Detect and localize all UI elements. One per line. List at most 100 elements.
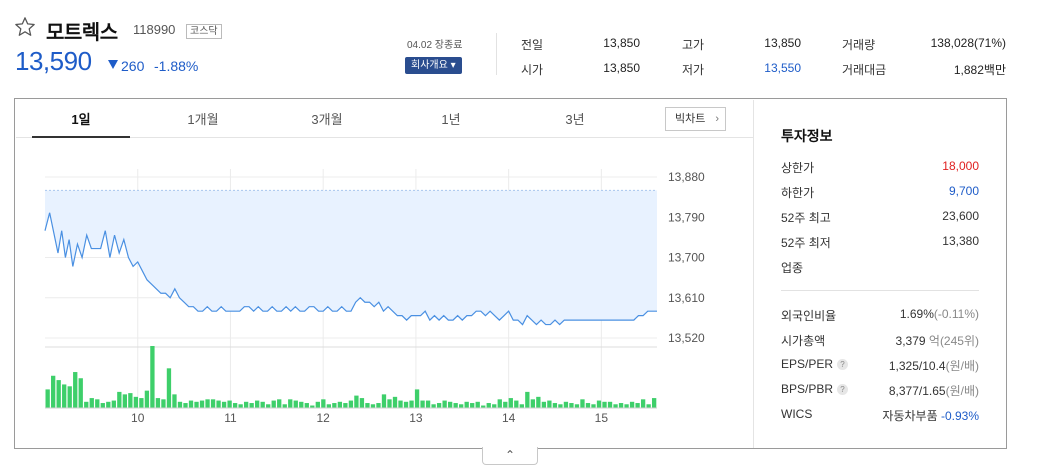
volume-bar (365, 403, 370, 408)
52w-high-value: 23,600 (942, 209, 979, 223)
volume-bar (172, 394, 177, 408)
chevron-up-icon: ⌃ (505, 448, 516, 462)
market-badge: 코스닥 (186, 24, 222, 39)
volume-bar (155, 398, 161, 408)
volume-bar (618, 403, 624, 408)
stock-code: 118990 (133, 22, 176, 37)
period-tabs: 1일 1개월 3개월 1년 3년 (16, 100, 753, 138)
market-status-date: 04.02 장종료 (407, 40, 463, 51)
help-icon[interactable]: ? (837, 384, 849, 395)
tab-3month[interactable]: 3개월 (278, 100, 376, 138)
x-tick-label: 13 (409, 411, 423, 425)
volume-bar (569, 403, 574, 408)
volume-bar (370, 404, 376, 408)
volume-bar (464, 401, 469, 408)
volume-bar (326, 404, 332, 408)
volume-bar (321, 399, 326, 408)
market-cap-label: 시가총액 (781, 334, 826, 348)
summary-value-prev-close: 13,850 (603, 36, 640, 50)
summary-value-volume: 138,028(71%) (930, 36, 1006, 50)
tab-1day[interactable]: 1일 (32, 100, 130, 138)
volume-bar (607, 401, 613, 408)
volume-bar (315, 401, 320, 408)
eps-per-unit: (원/배) (945, 359, 979, 373)
volume-bar (62, 384, 67, 408)
volume-bar (359, 398, 365, 408)
volume-bar (602, 401, 607, 408)
foreign-ratio-value: 1.69%(-0.11%) (900, 307, 979, 321)
volume-bar (541, 401, 547, 408)
current-price: 13,590 (15, 46, 92, 76)
bps-pbr-label-text: BPS/PBR (781, 382, 834, 396)
52w-low-label: 52주 최저 (781, 236, 831, 250)
x-tick-label: 15 (595, 411, 609, 425)
bps-pbr-number: 8,377/1.65 (888, 384, 946, 398)
x-tick-label: 10 (131, 411, 145, 425)
company-overview-button[interactable]: 회사개요 ▾ (405, 57, 462, 74)
volume-bar (585, 403, 591, 408)
volume-bar (503, 401, 508, 408)
volume-bar (651, 398, 657, 408)
favorite-star-icon[interactable] (14, 16, 36, 38)
bigchart-button[interactable]: 빅차트 › (665, 107, 726, 131)
header-divider (496, 33, 497, 75)
tab-1year[interactable]: 1년 (402, 100, 500, 138)
help-icon[interactable]: ? (837, 359, 849, 370)
volume-bar (348, 400, 354, 408)
volume-bar (194, 401, 199, 408)
volume-bar (199, 400, 205, 408)
volume-bar (525, 391, 530, 408)
volume-bar (409, 400, 414, 408)
volume-bar (128, 393, 133, 408)
lower-limit-label: 하한가 (781, 186, 815, 200)
tab-1month[interactable]: 1개월 (154, 100, 252, 138)
volume-bar (492, 404, 497, 408)
volume-bar (100, 403, 105, 408)
volume-bar (144, 390, 150, 408)
volume-bar (249, 403, 254, 408)
volume-bar (514, 400, 519, 408)
y-tick-label: 13,610 (668, 291, 705, 305)
volume-bar (188, 400, 194, 408)
bps-pbr-unit: (원/배) (945, 384, 979, 398)
foreign-ratio-change: (-0.11%) (933, 307, 979, 321)
volume-bar (232, 403, 238, 408)
volume-bar (519, 404, 524, 408)
volume-bar (547, 400, 552, 408)
foreign-ratio-label: 외국인비율 (781, 309, 837, 323)
stock-name: 모트렉스 (46, 22, 118, 44)
chevron-right-icon: › (715, 113, 719, 125)
volume-bar (166, 368, 172, 408)
volume-bar (343, 403, 348, 408)
volume-bar (51, 375, 56, 408)
volume-bar (106, 401, 111, 408)
wics-label: WICS (781, 407, 813, 421)
tab-3year[interactable]: 3년 (526, 100, 624, 138)
volume-bar (447, 401, 453, 408)
volume-bar (73, 372, 78, 408)
volume-bar (183, 403, 188, 408)
eps-per-label-text: EPS/PER (781, 357, 834, 371)
volume-bar (381, 394, 387, 408)
volume-bar (552, 403, 558, 408)
volume-bar (95, 399, 100, 408)
volume-bar (530, 399, 536, 408)
wics-sector[interactable]: 자동차부품 (882, 409, 937, 423)
y-tick-label: 13,880 (668, 170, 705, 184)
volume-bar (150, 346, 155, 408)
volume-bar (111, 400, 116, 408)
collapse-toggle-button[interactable]: ⌃ (482, 447, 538, 465)
volume-bar (470, 403, 475, 408)
y-tick-label: 13,700 (668, 251, 705, 265)
volume-bar (453, 403, 458, 408)
volume-bar (558, 404, 563, 408)
volume-bar (293, 400, 298, 408)
volume-bar (563, 401, 569, 408)
volume-bar (238, 404, 243, 408)
volume-bar (277, 399, 282, 408)
volume-bar (414, 389, 420, 408)
volume-bar (459, 404, 464, 408)
upper-limit-value: 18,000 (942, 159, 979, 173)
volume-bar (205, 399, 210, 408)
volume-bar (442, 400, 447, 408)
